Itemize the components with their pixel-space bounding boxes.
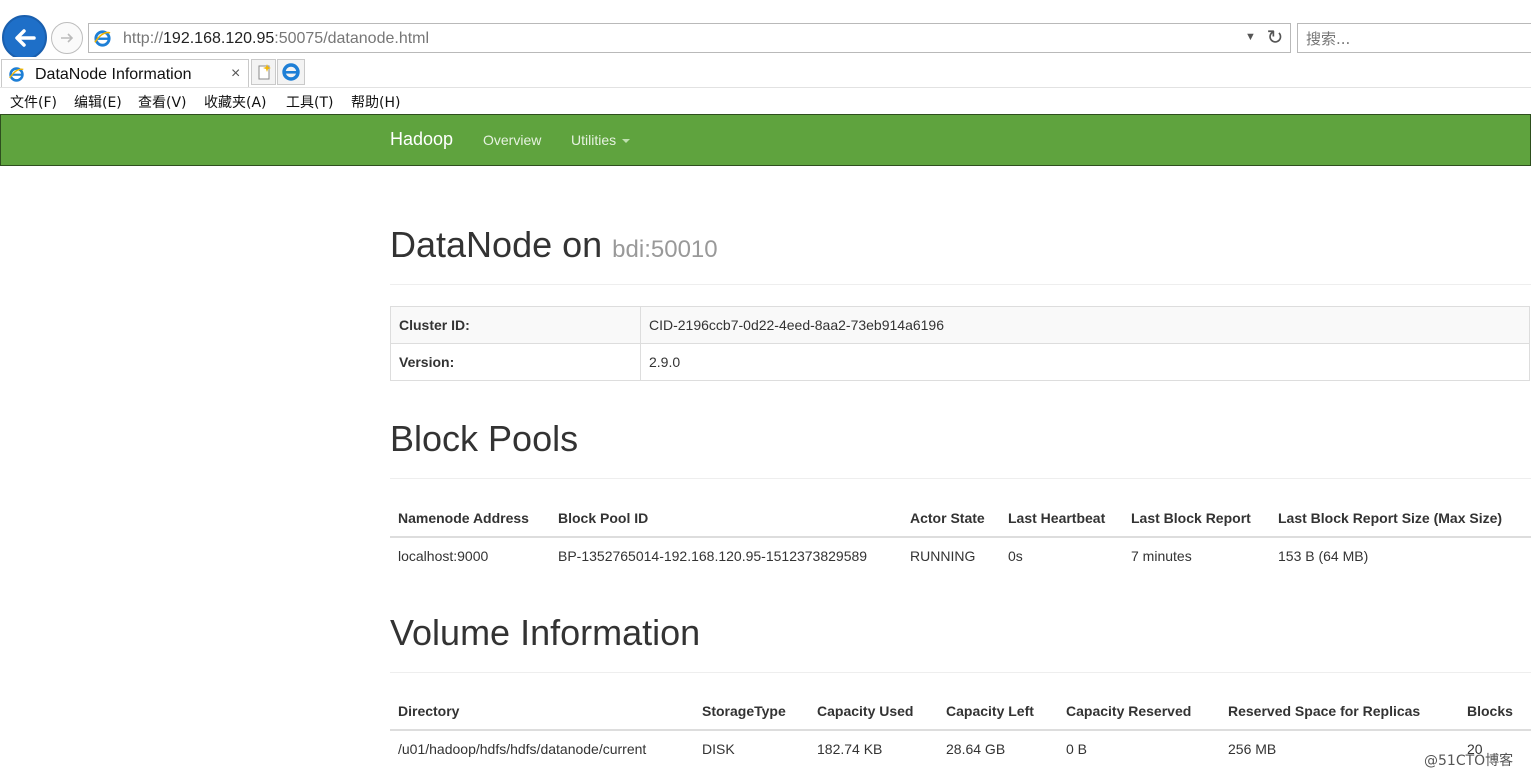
tab-strip: DataNode Information × bbox=[0, 57, 1531, 88]
capacity-left-cell: 28.64 GB bbox=[946, 741, 1006, 757]
block-pools-table: Namenode Address Block Pool ID Actor Sta… bbox=[390, 499, 1531, 574]
divider bbox=[390, 284, 1531, 285]
ie-page-icon bbox=[94, 30, 111, 47]
divider bbox=[390, 478, 1531, 479]
search-box[interactable] bbox=[1297, 23, 1531, 53]
column-header: Blocks bbox=[1459, 692, 1531, 731]
directory-cell: /u01/hadoop/hdfs/hdfs/datanode/current bbox=[398, 741, 647, 757]
menu-bar: 文件(F) 编辑(E) 查看(V) 收藏夹(A) 工具(T) 帮助(H) bbox=[0, 87, 1531, 113]
page-title: DataNode on bdi:50010 bbox=[390, 224, 718, 266]
column-header: Last Heartbeat bbox=[1000, 499, 1123, 538]
tab-datanode-information[interactable]: DataNode Information × bbox=[1, 59, 249, 88]
address-bar-row: http://192.168.120.95:50075/datanode.htm… bbox=[0, 0, 1531, 60]
nav-utilities[interactable]: Utilities bbox=[571, 132, 631, 148]
column-header: StorageType bbox=[694, 692, 809, 731]
volume-information-heading: Volume Information bbox=[390, 612, 701, 653]
ie-page-icon bbox=[9, 67, 24, 82]
menu-edit[interactable]: 编辑(E) bbox=[74, 92, 122, 112]
info-table: Cluster ID: CID-2196ccb7-0d22-4eed-8aa2-… bbox=[390, 306, 1530, 381]
table-header-row: Namenode Address Block Pool ID Actor Sta… bbox=[390, 499, 1531, 538]
new-tab-button[interactable] bbox=[251, 59, 276, 85]
hadoop-navbar: Hadoop Overview Utilities bbox=[0, 114, 1531, 166]
page-title-text: DataNode on bbox=[390, 224, 603, 265]
column-header: Actor State bbox=[902, 499, 1000, 538]
url-path: :50075/datanode.html bbox=[274, 30, 430, 47]
arrow-right-icon bbox=[61, 33, 74, 43]
nav-overview[interactable]: Overview bbox=[483, 132, 541, 148]
back-button[interactable] bbox=[2, 15, 47, 60]
column-header: Last Block Report bbox=[1123, 499, 1270, 538]
table-row: localhost:9000 BP-1352765014-192.168.120… bbox=[390, 537, 1531, 574]
chevron-down-icon[interactable]: ▼ bbox=[1245, 31, 1256, 43]
menu-help[interactable]: 帮助(H) bbox=[351, 92, 400, 112]
menu-favorites[interactable]: 收藏夹(A) bbox=[204, 92, 267, 112]
new-tab-icon bbox=[258, 64, 271, 80]
cluster-id-value: CID-2196ccb7-0d22-4eed-8aa2-73eb914a6196 bbox=[640, 306, 1530, 344]
storage-type-cell: DISK bbox=[702, 741, 735, 757]
table-row: /u01/hadoop/hdfs/hdfs/datanode/current D… bbox=[390, 730, 1531, 767]
last-block-report-cell: 7 minutes bbox=[1131, 548, 1192, 564]
column-header: Directory bbox=[390, 692, 694, 731]
column-header: Reserved Space for Replicas bbox=[1220, 692, 1459, 731]
menu-file[interactable]: 文件(F) bbox=[10, 92, 57, 112]
column-header: Capacity Left bbox=[938, 692, 1058, 731]
column-header: Capacity Used bbox=[809, 692, 938, 731]
cluster-id-label: Cluster ID: bbox=[390, 306, 641, 344]
capacity-used-cell: 182.74 KB bbox=[817, 741, 883, 757]
volume-table: Directory StorageType Capacity Used Capa… bbox=[390, 692, 1531, 767]
menu-tools[interactable]: 工具(T) bbox=[286, 92, 333, 112]
brand-link[interactable]: Hadoop bbox=[390, 129, 453, 150]
page-title-host: bdi:50010 bbox=[612, 236, 718, 263]
column-header: Block Pool ID bbox=[550, 499, 902, 538]
ie-logo-icon bbox=[282, 63, 300, 81]
table-row: Version: 2.9.0 bbox=[390, 343, 1530, 381]
address-bar[interactable]: http://192.168.120.95:50075/datanode.htm… bbox=[88, 23, 1291, 53]
url-text[interactable]: http://192.168.120.95:50075/datanode.htm… bbox=[123, 30, 429, 48]
ie-logo-button[interactable] bbox=[277, 59, 305, 85]
nav-utilities-label: Utilities bbox=[571, 132, 617, 148]
version-value: 2.9.0 bbox=[640, 343, 1530, 381]
column-header: Namenode Address bbox=[390, 499, 550, 538]
tab-title: DataNode Information bbox=[35, 66, 192, 83]
menu-view[interactable]: 查看(V) bbox=[138, 92, 187, 112]
divider bbox=[390, 672, 1531, 673]
capacity-reserved-cell: 0 B bbox=[1066, 741, 1088, 757]
watermark: @51CTO博客 bbox=[1424, 753, 1514, 769]
caret-down-icon bbox=[622, 139, 631, 144]
arrow-left-icon bbox=[14, 28, 36, 47]
table-header-row: Directory StorageType Capacity Used Capa… bbox=[390, 692, 1531, 731]
actor-state-cell: RUNNING bbox=[910, 548, 976, 564]
column-header: Capacity Reserved bbox=[1058, 692, 1220, 731]
refresh-icon[interactable]: ↻ bbox=[1264, 27, 1286, 49]
last-heartbeat-cell: 0s bbox=[1008, 548, 1023, 564]
version-label: Version: bbox=[390, 343, 641, 381]
close-icon[interactable]: × bbox=[231, 65, 240, 83]
forward-button[interactable] bbox=[51, 22, 83, 54]
column-header: Last Block Report Size (Max Size) bbox=[1270, 499, 1531, 538]
last-block-report-size-cell: 153 B (64 MB) bbox=[1278, 548, 1369, 564]
namenode-address-cell: localhost:9000 bbox=[398, 548, 489, 564]
url-host: 192.168.120.95 bbox=[163, 30, 275, 47]
block-pool-id-cell: BP-1352765014-192.168.120.95-15123738295… bbox=[558, 548, 868, 564]
search-input[interactable] bbox=[1306, 30, 1526, 48]
block-pools-heading: Block Pools bbox=[390, 418, 579, 459]
table-row: Cluster ID: CID-2196ccb7-0d22-4eed-8aa2-… bbox=[390, 306, 1530, 344]
